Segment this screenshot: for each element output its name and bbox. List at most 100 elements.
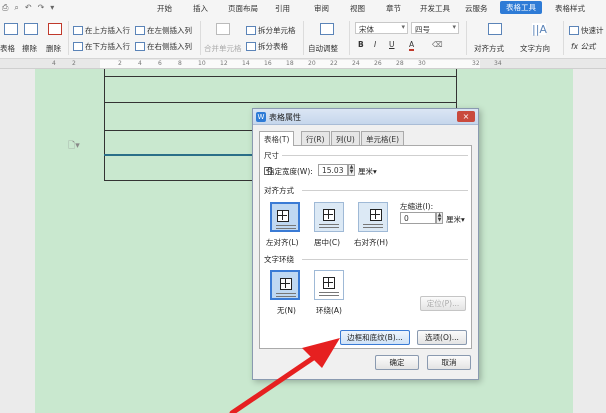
alignment-icon[interactable] bbox=[488, 23, 502, 35]
font-size-select[interactable]: 四号 bbox=[411, 22, 459, 34]
erase-button[interactable]: 擦除 bbox=[22, 43, 37, 54]
align-left-label: 左对齐(L) bbox=[266, 238, 299, 247]
ruler-mark: 24 bbox=[352, 60, 360, 67]
table-properties-dialog: W 表格属性 × 表格(T) 行(R) 列(U) 单元格(E) 尺寸 指定宽度(… bbox=[252, 108, 479, 380]
dialog-title: 表格属性 bbox=[269, 113, 301, 122]
table-icon[interactable] bbox=[4, 23, 18, 35]
tab-chapter[interactable]: 章节 bbox=[386, 3, 401, 14]
tab-view[interactable]: 视图 bbox=[350, 3, 365, 14]
wrap-none-icon bbox=[280, 278, 292, 290]
ribbon-divider bbox=[200, 21, 201, 55]
tab-row[interactable]: 行(R) bbox=[301, 131, 330, 145]
wrap-around-label: 环绕(A) bbox=[316, 306, 342, 315]
ruler-mark: 34 bbox=[494, 60, 502, 67]
autofit-button[interactable]: 自动调整 bbox=[308, 43, 338, 54]
positioning-button[interactable]: 定位(P)... bbox=[420, 296, 466, 311]
indent-input[interactable]: 0 bbox=[400, 212, 436, 224]
tab-review[interactable]: 审阅 bbox=[314, 3, 329, 14]
font-color-button[interactable]: A bbox=[409, 40, 415, 51]
split-cells-button[interactable]: 拆分单元格 bbox=[246, 25, 296, 36]
cancel-button[interactable]: 取消 bbox=[427, 355, 471, 370]
insert-above-label: 在上方插入行 bbox=[85, 26, 130, 35]
width-spinner[interactable]: ▲ ▼ bbox=[348, 164, 355, 176]
preview-icon[interactable]: ⌕ bbox=[14, 3, 18, 13]
borders-shading-button[interactable]: 边框和底纹(B)... bbox=[340, 330, 410, 345]
font-family-select[interactable]: 宋体 bbox=[355, 22, 408, 34]
align-center-button[interactable] bbox=[314, 202, 344, 232]
tab-table-style[interactable]: 表格样式 bbox=[555, 3, 585, 14]
ruler-mark: 8 bbox=[178, 60, 182, 67]
insert-column-left-button[interactable]: 在左侧插入列 bbox=[135, 25, 192, 36]
insert-row-above-button[interactable]: 在上方插入行 bbox=[73, 25, 130, 36]
tab-references[interactable]: 引用 bbox=[275, 3, 290, 14]
alignment-button[interactable]: 对齐方式 bbox=[474, 43, 504, 54]
formula-button[interactable]: fx 公式 bbox=[571, 41, 595, 52]
merge-cells-button[interactable]: 合并单元格 bbox=[204, 43, 242, 54]
tab-table[interactable]: 表格(T) bbox=[259, 131, 295, 146]
text-direction-icon[interactable]: ||A bbox=[532, 23, 547, 36]
quick-access-toolbar: ⎙ ⌕ ↶ ↷ ▾ bbox=[2, 3, 54, 13]
undo-icon[interactable]: ↶ bbox=[25, 3, 32, 13]
dialog-titlebar[interactable]: W 表格属性 × bbox=[253, 109, 478, 125]
width-input[interactable]: 15.03 bbox=[318, 164, 348, 176]
ok-button[interactable]: 确定 bbox=[375, 355, 419, 370]
wrap-around-button[interactable] bbox=[314, 270, 344, 300]
ruler-mark: 14 bbox=[242, 60, 250, 67]
ruler-mark: 2 bbox=[118, 60, 122, 67]
eraser-icon[interactable] bbox=[24, 23, 38, 35]
underline-button[interactable]: U bbox=[389, 40, 395, 49]
align-left-button[interactable] bbox=[270, 202, 300, 232]
paragraph-marker-icon[interactable]: 🗋▾ bbox=[68, 138, 80, 154]
tab-developer[interactable]: 开发工具 bbox=[420, 3, 450, 14]
align-right-button[interactable] bbox=[358, 202, 388, 232]
align-right-icon bbox=[370, 209, 382, 221]
split-table-button[interactable]: 拆分表格 bbox=[246, 41, 288, 52]
delete-icon[interactable] bbox=[48, 23, 62, 35]
highlight-icon[interactable]: ⌫ bbox=[432, 40, 443, 49]
ruler-mark: 2 bbox=[72, 60, 76, 67]
insert-row-below-button[interactable]: 在下方插入行 bbox=[73, 41, 130, 52]
split-cells-icon bbox=[246, 26, 256, 35]
indent-spinner[interactable]: ▲ ▼ bbox=[436, 212, 443, 224]
wrap-section-label: 文字环绕 bbox=[264, 255, 294, 264]
table-button[interactable]: 表格 bbox=[0, 43, 15, 54]
tab-cell[interactable]: 单元格(E) bbox=[361, 131, 405, 145]
print-icon[interactable]: ⎙ bbox=[2, 3, 8, 13]
quick-calc-label: 快速计 bbox=[581, 26, 604, 35]
tab-cloud[interactable]: 云服务 bbox=[465, 3, 488, 14]
section-divider bbox=[302, 190, 468, 191]
tab-column[interactable]: 列(U) bbox=[331, 131, 360, 145]
indent-unit-label: 厘米 bbox=[446, 215, 461, 224]
align-right-label: 右对齐(H) bbox=[354, 238, 388, 247]
tab-table-tools[interactable]: 表格工具 bbox=[500, 1, 542, 14]
insert-below-label: 在下方插入行 bbox=[85, 42, 130, 51]
ruler-mark: 30 bbox=[418, 60, 426, 67]
tab-page-layout[interactable]: 页面布局 bbox=[228, 3, 258, 14]
menu-tab-bar: ⎙ ⌕ ↶ ↷ ▾ 开始 插入 页面布局 引用 审阅 视图 章节 开发工具 云服… bbox=[0, 0, 606, 17]
wrap-around-lines bbox=[319, 292, 339, 296]
horizontal-ruler[interactable]: 4 2 2 4 6 8 10 12 14 16 18 20 22 24 26 2… bbox=[0, 59, 606, 69]
wrap-none-lines bbox=[276, 293, 296, 297]
table-tab-panel: 尺寸 指定宽度(W): 15.03 ▲▼ 厘米▾ 对齐方式 左对齐(L) 居中(… bbox=[259, 145, 472, 349]
close-button[interactable]: × bbox=[457, 111, 475, 122]
text-direction-button[interactable]: 文字方向 bbox=[520, 43, 550, 54]
delete-button[interactable]: 删除 bbox=[46, 43, 61, 54]
tab-home[interactable]: 开始 bbox=[157, 3, 172, 14]
size-section-label: 尺寸 bbox=[264, 151, 279, 160]
width-unit-select[interactable]: 厘米▾ bbox=[358, 166, 377, 177]
bold-button[interactable]: B bbox=[358, 40, 364, 49]
autofit-icon[interactable] bbox=[320, 23, 334, 35]
tab-insert[interactable]: 插入 bbox=[193, 3, 208, 14]
options-button[interactable]: 选项(O)... bbox=[417, 330, 467, 345]
ruler-mark: 20 bbox=[308, 60, 316, 67]
insert-column-right-button[interactable]: 在右侧插入列 bbox=[135, 41, 192, 52]
redo-icon[interactable]: ↷ bbox=[38, 3, 45, 13]
wrap-none-label: 无(N) bbox=[277, 306, 296, 315]
insert-left-label: 在左侧插入列 bbox=[147, 26, 192, 35]
italic-button[interactable]: I bbox=[374, 40, 376, 49]
quick-calc-button[interactable]: 快速计 bbox=[569, 25, 604, 36]
wrap-none-button[interactable] bbox=[270, 270, 300, 300]
customize-icon[interactable]: ▾ bbox=[50, 3, 54, 13]
indent-unit-select[interactable]: 厘米▾ bbox=[446, 214, 465, 225]
indent-label: 左缩进(I): bbox=[400, 202, 434, 211]
